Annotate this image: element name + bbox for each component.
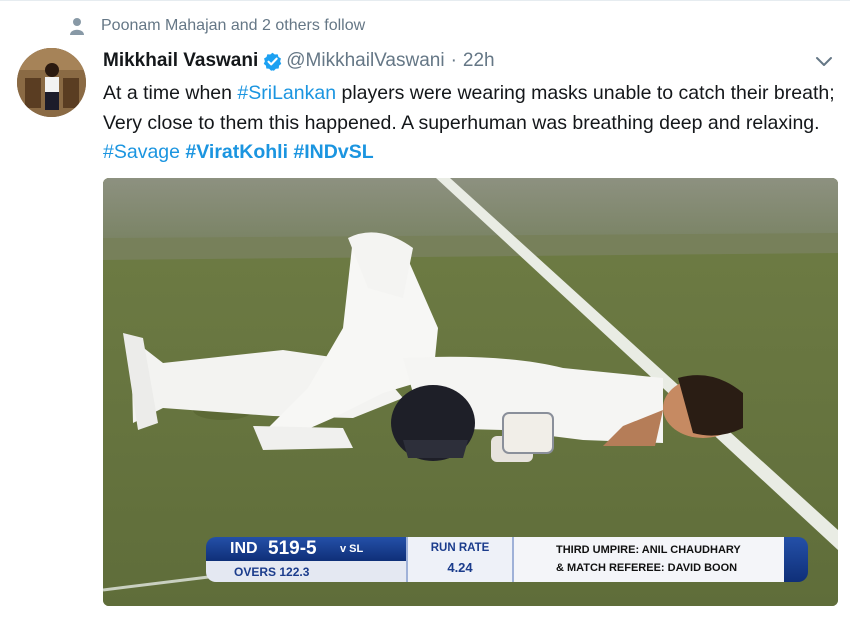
tweet-header: Mikkhail Vaswani @MikkhailVaswani · 22h	[103, 50, 495, 72]
team-name: IND	[230, 540, 258, 557]
header-separator: ·	[450, 50, 457, 71]
verified-icon	[264, 52, 282, 71]
author-handle[interactable]: @MikkhailVaswani	[286, 50, 444, 72]
overs-panel: OVERS 122.3	[206, 561, 406, 582]
tweet-text-segment: At a time when	[103, 82, 238, 104]
third-umpire-text: THIRD UMPIRE: ANIL CHAUDHARY	[556, 544, 741, 556]
run-rate-label: RUN RATE	[430, 542, 490, 554]
tweet-timestamp[interactable]: 22h	[463, 50, 495, 72]
hashtag-indvsl[interactable]: #INDvSL	[293, 141, 373, 163]
overs-text: OVERS 122.3	[234, 565, 310, 579]
hashtag-viratkohli[interactable]: #ViratKohli	[185, 141, 288, 163]
run-rate-panel: RUN RATE 4.24	[406, 537, 512, 582]
top-divider	[0, 0, 850, 1]
tweet-text: At a time when #SriLankan players were w…	[103, 79, 843, 168]
opponent: v SL	[340, 543, 364, 555]
match-referee-text: & MATCH REFEREE: DAVID BOON	[556, 562, 738, 574]
chevron-down-icon[interactable]	[813, 54, 835, 70]
tweet-photo[interactable]: IND 519-5 v SL OVERS 122.3 RUN RATE 4.24…	[103, 178, 838, 606]
hashtag-savage[interactable]: #Savage	[103, 141, 180, 163]
run-rate-value: 4.24	[447, 560, 473, 575]
scorebar-end-cap	[784, 537, 808, 582]
avatar[interactable]	[17, 48, 86, 117]
hashtag-srilankan[interactable]: #SriLankan	[237, 82, 336, 104]
social-context: Poonam Mahajan and 2 others follow	[68, 15, 365, 37]
author-name[interactable]: Mikkhail Vaswani	[103, 50, 258, 72]
scorebar: IND 519-5 v SL OVERS 122.3 RUN RATE 4.24…	[206, 537, 810, 583]
team-score: 519-5	[268, 538, 317, 559]
officials-panel: THIRD UMPIRE: ANIL CHAUDHARY & MATCH REF…	[512, 537, 784, 582]
social-context-text[interactable]: Poonam Mahajan and 2 others follow	[101, 17, 365, 35]
score-panel: IND 519-5 v SL	[206, 537, 406, 561]
person-icon	[70, 18, 84, 35]
